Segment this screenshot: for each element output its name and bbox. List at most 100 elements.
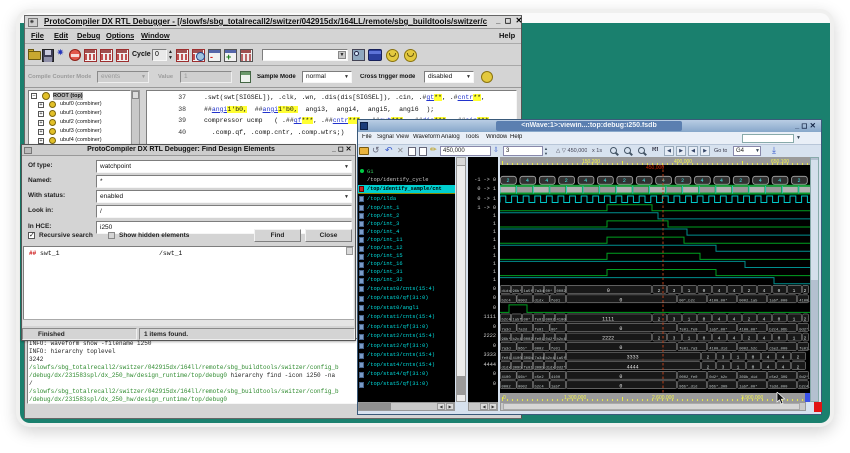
svg-text:4: 4	[720, 178, 723, 184]
svg-text:b2c4: b2c4	[502, 318, 512, 323]
svg-text:7a3d: 7a3d	[502, 327, 511, 332]
svg-text:0d2*: 0d2*	[557, 365, 566, 370]
svg-text:b2c4_96b: b2c4_96b	[769, 327, 788, 332]
svg-text:4: 4	[782, 355, 785, 361]
svg-text:0: 0	[778, 336, 781, 342]
svg-text:1a5f_00*: 1a5f_00*	[739, 385, 757, 390]
svg-text:4: 4	[718, 317, 721, 323]
svg-text:4: 4	[604, 178, 607, 184]
svg-text:0002: 0002	[524, 338, 534, 342]
svg-text:2: 2	[507, 178, 510, 184]
svg-text:0: 0	[778, 288, 781, 294]
svg-text:96b*_309: 96b*_309	[709, 385, 728, 390]
svg-text:309b: 309b	[524, 356, 534, 361]
svg-text:fe01: fe01	[535, 327, 545, 332]
svg-text:didx: didx	[502, 365, 512, 370]
svg-text:4444: 4444	[627, 364, 639, 370]
svg-text:1111: 1111	[602, 317, 614, 323]
svg-text:4: 4	[733, 317, 736, 323]
svg-text:4: 4	[759, 178, 762, 184]
svg-text:b2c4: b2c4	[513, 337, 523, 342]
svg-text:00*: 00*	[551, 327, 558, 332]
svg-text:fe01: fe01	[502, 356, 512, 361]
svg-text:4100: 4100	[502, 376, 512, 380]
svg-text:00*_b2c: 00*_b2c	[679, 299, 695, 304]
svg-text:b2c4: b2c4	[546, 356, 556, 361]
svg-text:4100_000: 4100_000	[799, 300, 810, 304]
svg-text:b2c4: b2c4	[535, 385, 545, 390]
svg-text:309b_did: 309b_did	[739, 375, 757, 380]
svg-text:0002: 0002	[502, 386, 512, 390]
svg-text:0d2*_1a5: 0d2*_1a5	[799, 327, 810, 332]
svg-text:2: 2	[658, 336, 661, 342]
svg-text:1: 1	[688, 288, 691, 294]
svg-text:4: 4	[767, 364, 770, 370]
svg-text:4: 4	[763, 288, 766, 294]
svg-text:b2c4_fe0: b2c4_fe0	[799, 385, 810, 390]
svg-text:96b*: 96b*	[502, 337, 511, 342]
svg-text:4: 4	[642, 178, 645, 184]
svg-text:0: 0	[703, 336, 706, 342]
svg-text:0002: 0002	[518, 300, 528, 304]
svg-text:1a5f_000: 1a5f_000	[769, 299, 788, 304]
svg-text:0: 0	[619, 383, 622, 389]
svg-text:1: 1	[688, 317, 691, 323]
svg-text:0: 0	[607, 288, 610, 294]
svg-text:309b: 309b	[535, 365, 545, 370]
svg-text:2: 2	[623, 178, 626, 184]
svg-text:1a5f: 1a5f	[557, 356, 567, 361]
svg-text:fe01: fe01	[524, 365, 534, 370]
svg-text:1: 1	[793, 288, 796, 294]
svg-text:0d2*_b2c: 0d2*_b2c	[709, 375, 727, 380]
svg-text:2: 2	[798, 178, 801, 184]
svg-text:96b*: 96b*	[513, 289, 522, 294]
svg-text:b2c4: b2c4	[557, 337, 567, 342]
svg-text:0002_1a5: 0002_1a5	[739, 300, 758, 304]
svg-text:c5e2: c5e2	[535, 376, 545, 380]
svg-text:2: 2	[658, 288, 661, 294]
svg-text:7a3d: 7a3d	[518, 327, 527, 332]
svg-text:4: 4	[778, 178, 781, 184]
svg-text:didx: didx	[535, 299, 545, 304]
svg-text:7a3d_000: 7a3d_000	[769, 385, 788, 390]
svg-text:0: 0	[752, 355, 755, 361]
svg-text:2: 2	[748, 336, 751, 342]
svg-text:4: 4	[782, 364, 785, 370]
svg-text:4100: 4100	[551, 376, 561, 380]
svg-text:fe01_00*: fe01_00*	[799, 346, 810, 351]
svg-text:1a5f: 1a5f	[524, 289, 534, 294]
svg-text:fe01: fe01	[535, 337, 545, 342]
svg-text:4: 4	[545, 178, 548, 184]
svg-text:7a3d: 7a3d	[535, 356, 544, 361]
svg-text:1: 1	[793, 336, 796, 342]
svg-text:0: 0	[619, 374, 622, 380]
svg-text:3: 3	[673, 336, 676, 342]
svg-text:2: 2	[748, 317, 751, 323]
svg-text:0d2*: 0d2*	[546, 337, 555, 342]
svg-text:0: 0	[619, 326, 622, 332]
svg-text:0: 0	[778, 317, 781, 323]
svg-text:2222: 2222	[602, 336, 614, 342]
svg-text:2: 2	[797, 364, 800, 370]
svg-text:4: 4	[526, 178, 529, 184]
svg-text:0: 0	[619, 297, 622, 303]
svg-text:0002: 0002	[557, 290, 567, 294]
svg-text:fe01_fe0: fe01_fe0	[679, 327, 698, 332]
svg-text:3333: 3333	[627, 355, 639, 361]
svg-text:4: 4	[701, 178, 704, 184]
svg-text:4: 4	[733, 336, 736, 342]
svg-text:2: 2	[804, 317, 807, 323]
svg-text:2: 2	[797, 355, 800, 361]
svg-text:4: 4	[584, 178, 587, 184]
svg-text:0d2*_fe0: 0d2*_fe0	[799, 375, 810, 380]
svg-text:1a5f: 1a5f	[513, 318, 523, 323]
svg-text:4: 4	[767, 355, 770, 361]
svg-text:309b: 309b	[513, 365, 523, 370]
svg-text:c5e2_309: c5e2_309	[769, 376, 788, 380]
svg-text:00*: 00*	[524, 318, 531, 323]
svg-text:fe01_7a3: fe01_7a3	[679, 346, 698, 351]
svg-text:4100_00*: 4100_00*	[739, 327, 757, 332]
svg-text:3: 3	[673, 317, 676, 323]
svg-text:fe01: fe01	[551, 346, 561, 351]
svg-text:96b*: 96b*	[518, 375, 527, 380]
